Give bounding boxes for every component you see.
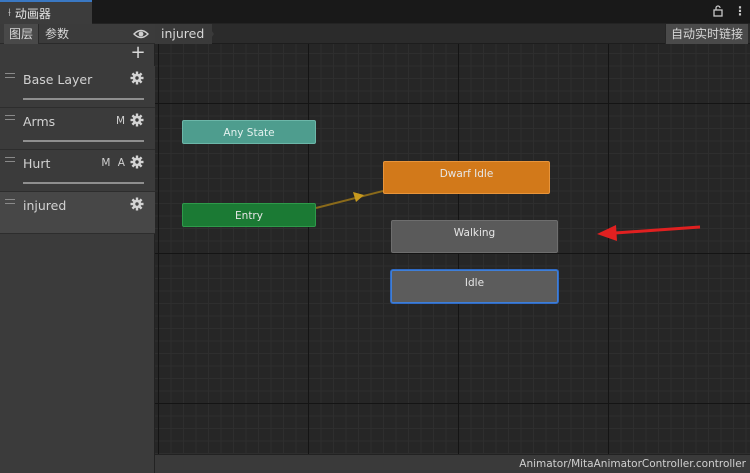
layer-arms[interactable]: Arms M	[0, 108, 155, 150]
animator-icon: ⟊	[8, 6, 11, 19]
state-dwarf-idle[interactable]: Dwarf Idle	[383, 161, 550, 194]
state-walking[interactable]: Walking	[391, 220, 558, 253]
state-idle[interactable]: Idle	[391, 270, 558, 303]
gear-icon[interactable]	[130, 71, 144, 85]
layer-name: Hurt	[23, 156, 51, 171]
controller-path: Animator/MitaAnimatorController.controll…	[519, 458, 746, 470]
state-any-state[interactable]: Any State	[182, 120, 316, 144]
breadcrumb-bar: injured 自动实时链接	[155, 24, 750, 44]
gear-icon[interactable]	[130, 197, 144, 211]
status-bar: Animator/MitaAnimatorController.controll…	[155, 454, 750, 473]
annotation-arrow-line	[614, 225, 701, 235]
gear-icon[interactable]	[130, 155, 144, 169]
state-entry[interactable]: Entry	[182, 203, 316, 227]
tab-layers[interactable]: 图层	[4, 24, 40, 44]
add-layer-button[interactable]: +	[130, 44, 146, 62]
drag-handle-icon[interactable]	[5, 157, 15, 162]
drag-handle-icon[interactable]	[5, 115, 15, 120]
layer-base-layer[interactable]: Base Layer	[0, 66, 155, 108]
tab-animator-label: 动画器	[14, 6, 51, 21]
layers-panel: 图层 参数 + Base Layer Arms M Hurt M A injur…	[0, 24, 155, 473]
layer-weight-slider[interactable]	[23, 98, 144, 100]
annotation-arrow-icon	[597, 225, 617, 241]
breadcrumb-injured[interactable]: injured	[155, 24, 213, 44]
window-tab-strip: ⟊ 动画器 ⋮	[0, 0, 750, 24]
tab-animator[interactable]: ⟊ 动画器	[0, 0, 92, 24]
auto-live-link-button[interactable]: 自动实时链接	[664, 24, 748, 44]
state-graph-canvas[interactable]: Any State Entry Dwarf Idle Walking Idle	[155, 44, 750, 454]
layer-name: Base Layer	[23, 72, 93, 87]
drag-handle-icon[interactable]	[5, 73, 15, 78]
drag-handle-icon[interactable]	[5, 199, 15, 204]
layer-name: injured	[23, 198, 67, 213]
layer-injured[interactable]: injured	[0, 192, 155, 234]
layer-flags: M A	[101, 157, 127, 169]
breadcrumb-arrow	[207, 24, 214, 44]
layer-name: Arms	[23, 114, 56, 129]
tab-parameters[interactable]: 参数	[40, 24, 74, 44]
eye-icon[interactable]	[133, 27, 149, 41]
layer-flags: M	[115, 115, 127, 127]
transition-entry-to-dwarf-idle[interactable]	[315, 190, 384, 209]
panel-tabs: 图层 参数	[0, 24, 155, 44]
more-menu-icon[interactable]: ⋮	[734, 4, 746, 18]
layer-hurt[interactable]: Hurt M A	[0, 150, 155, 192]
gear-icon[interactable]	[130, 113, 144, 127]
lock-icon[interactable]	[712, 4, 724, 20]
transition-arrow-icon	[353, 192, 364, 202]
layer-weight-slider[interactable]	[23, 182, 144, 184]
layer-weight-slider[interactable]	[23, 140, 144, 142]
